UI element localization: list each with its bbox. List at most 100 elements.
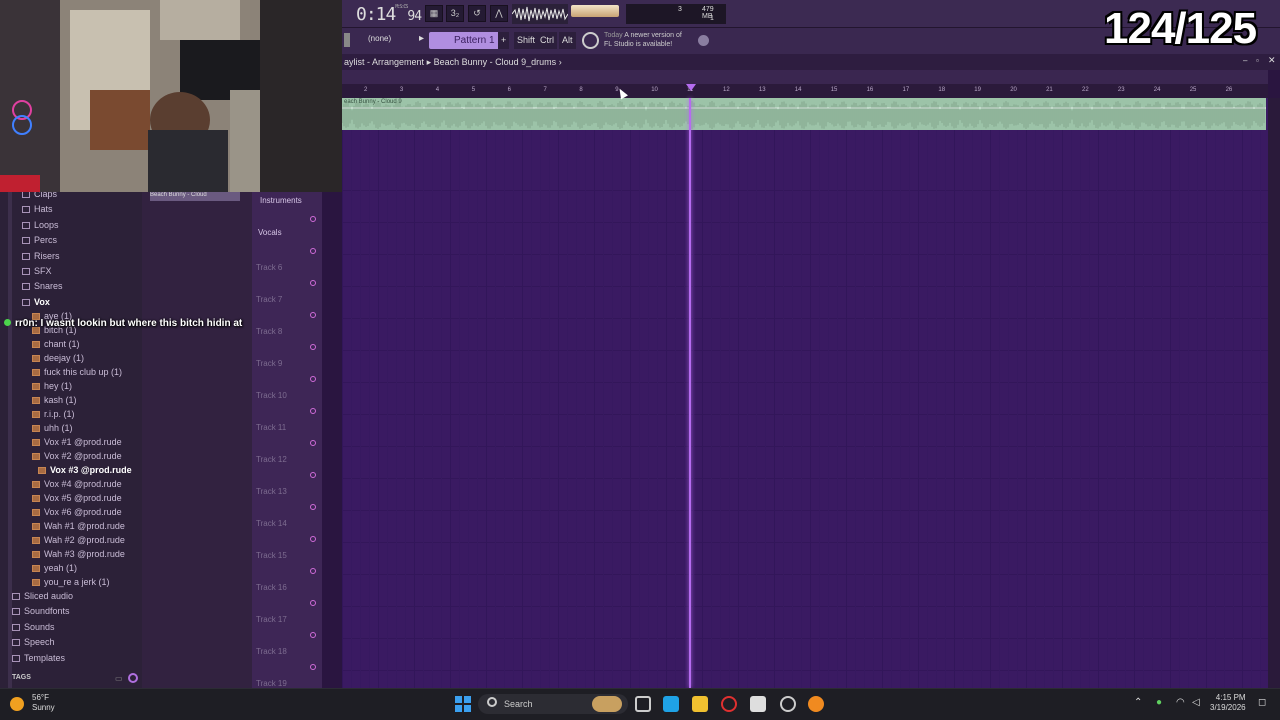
step-edit-button[interactable]: 3₂: [446, 5, 464, 22]
folder-icon[interactable]: ▭: [115, 674, 123, 683]
track-label[interactable]: Track 19: [256, 679, 287, 688]
browser-file[interactable]: Vox #6 @prod.rude: [32, 507, 122, 517]
track-mute-icon[interactable]: [310, 472, 316, 478]
add-pattern-button[interactable]: +: [498, 32, 510, 49]
browser-file[interactable]: Wah #3 @prod.rude: [32, 549, 125, 559]
track-mute-icon[interactable]: [310, 568, 316, 574]
track-mute-icon[interactable]: [310, 280, 316, 286]
browser-folder[interactable]: Hats: [22, 204, 53, 214]
browser-folder[interactable]: Loops: [22, 220, 59, 230]
browser-file[interactable]: you_re a jerk (1): [32, 577, 110, 587]
browser-file[interactable]: chant (1): [32, 339, 80, 349]
browser-file[interactable]: Vox #4 @prod.rude: [32, 479, 122, 489]
track-label[interactable]: Track 6: [256, 263, 282, 272]
track-mute-icon[interactable]: [310, 376, 316, 382]
opera-icon[interactable]: [721, 696, 737, 712]
fl-studio-icon[interactable]: [808, 696, 824, 712]
track-label[interactable]: Track 8: [256, 327, 282, 336]
song-time-display[interactable]: 0:14M:S:CS94: [356, 4, 422, 25]
ctrl-key-button[interactable]: Ctrl: [537, 32, 557, 49]
browser-root-folder[interactable]: Templates: [12, 653, 65, 663]
close-icon[interactable]: ✕: [1268, 55, 1276, 66]
browser-file[interactable]: uhh (1): [32, 423, 73, 433]
weather-widget[interactable]: 56°F Sunny: [10, 693, 70, 715]
track-mute-icon[interactable]: [310, 440, 316, 446]
browser-file[interactable]: yeah (1): [32, 563, 77, 573]
shift-key-button[interactable]: Shift: [514, 32, 539, 49]
metronome-button[interactable]: ⋀: [490, 5, 508, 22]
typing-keyboard-button[interactable]: ▦: [425, 5, 443, 22]
track-label[interactable]: Track 16: [256, 583, 287, 592]
search-icon[interactable]: [128, 673, 138, 683]
vertical-scrollbar[interactable]: [1268, 98, 1280, 688]
browser-file[interactable]: Vox #2 @prod.rude: [32, 451, 122, 461]
track-label[interactable]: Track 7: [256, 295, 282, 304]
track-mute-icon[interactable]: [310, 536, 316, 542]
minimize-icon[interactable]: –: [1243, 56, 1247, 65]
track-label[interactable]: Vocals: [258, 228, 282, 237]
track-mute-icon[interactable]: [310, 632, 316, 638]
track-label[interactable]: Instruments: [260, 196, 302, 205]
snap-select[interactable]: (none): [368, 34, 391, 43]
horizontal-scrollbar[interactable]: [342, 70, 1268, 84]
track-label[interactable]: Track 17: [256, 615, 287, 624]
microphone-icon[interactable]: ●: [1156, 697, 1162, 708]
browser-folder[interactable]: Vox: [22, 297, 50, 307]
track-mute-icon[interactable]: [310, 600, 316, 606]
browser-folder[interactable]: Risers: [22, 251, 60, 261]
browser-file[interactable]: hey (1): [32, 381, 72, 391]
timeline-ruler[interactable]: 2 3 4 5 6 7 8 9 10 11 12 13 14 15 16 17 18 19 20 21 22 23 24 25…: [342, 84, 1268, 98]
master-volume-slider[interactable]: [571, 5, 619, 17]
browser-folder[interactable]: SFX: [22, 266, 52, 276]
track-label[interactable]: Track 15: [256, 551, 287, 560]
pattern-selector[interactable]: Pattern 1: [429, 32, 508, 49]
wifi-icon[interactable]: ◠: [1176, 697, 1185, 708]
track-label[interactable]: Track 11: [256, 423, 286, 432]
volume-icon[interactable]: ◁: [1192, 697, 1200, 708]
browser-folder[interactable]: Snares: [22, 281, 63, 291]
browser-root-folder[interactable]: Sounds: [12, 622, 55, 632]
tray-chevron-icon[interactable]: ⌃: [1134, 697, 1142, 708]
track-label[interactable]: Track 18: [256, 647, 287, 656]
track-mute-icon[interactable]: [310, 248, 316, 254]
playlist-track-area[interactable]: [342, 98, 1268, 688]
obs-icon[interactable]: [780, 696, 796, 712]
globe-icon[interactable]: [698, 35, 709, 46]
browser-root-folder[interactable]: Soundfonts: [12, 606, 70, 616]
track-label[interactable]: Track 10: [256, 391, 287, 400]
taskbar-clock[interactable]: 4:15 PM 3/19/2026: [1210, 693, 1246, 713]
track-label[interactable]: Track 13: [256, 487, 287, 496]
alt-key-button[interactable]: Alt: [559, 32, 576, 49]
track-mute-icon[interactable]: [310, 664, 316, 670]
track-mute-icon[interactable]: [310, 504, 316, 510]
track-label[interactable]: Track 9: [256, 359, 282, 368]
browser-file[interactable]: Vox #3 @prod.rude: [38, 465, 132, 475]
start-icon[interactable]: [455, 696, 471, 712]
browser-file[interactable]: fuck this club up (1): [32, 367, 122, 377]
store-icon[interactable]: [750, 696, 766, 712]
browser-file[interactable]: deejay (1): [32, 353, 84, 363]
track-label[interactable]: Track 12: [256, 455, 287, 464]
pattern-arrow-icon[interactable]: ▸: [419, 33, 424, 44]
update-notice[interactable]: Today A newer version of FL Studio is ava…: [604, 31, 682, 49]
browser-file[interactable]: r.i.p. (1): [32, 409, 75, 419]
maximize-icon[interactable]: ▫: [1256, 56, 1259, 65]
browser-file[interactable]: Vox #1 @prod.rude: [32, 437, 122, 447]
track-mute-icon[interactable]: [310, 216, 316, 222]
playhead-marker[interactable]: [686, 84, 696, 91]
wait-record-button[interactable]: ↺: [468, 5, 486, 22]
notification-bell-icon[interactable]: ◻: [1258, 697, 1266, 708]
browser-root-folder[interactable]: Sliced audio: [12, 591, 73, 601]
news-icon[interactable]: [582, 32, 599, 49]
browser-folder[interactable]: Percs: [22, 235, 57, 245]
file-explorer-icon[interactable]: [692, 696, 708, 712]
track-mute-icon[interactable]: [310, 344, 316, 350]
browser-root-folder[interactable]: Speech: [12, 637, 55, 647]
browser-file[interactable]: kash (1): [32, 395, 77, 405]
track-mute-icon[interactable]: [310, 312, 316, 318]
browser-file[interactable]: Wah #2 @prod.rude: [32, 535, 125, 545]
browser-file[interactable]: Wah #1 @prod.rude: [32, 521, 125, 531]
browser-file[interactable]: Vox #5 @prod.rude: [32, 493, 122, 503]
edge-icon[interactable]: [663, 696, 679, 712]
track-label[interactable]: Track 14: [256, 519, 287, 528]
